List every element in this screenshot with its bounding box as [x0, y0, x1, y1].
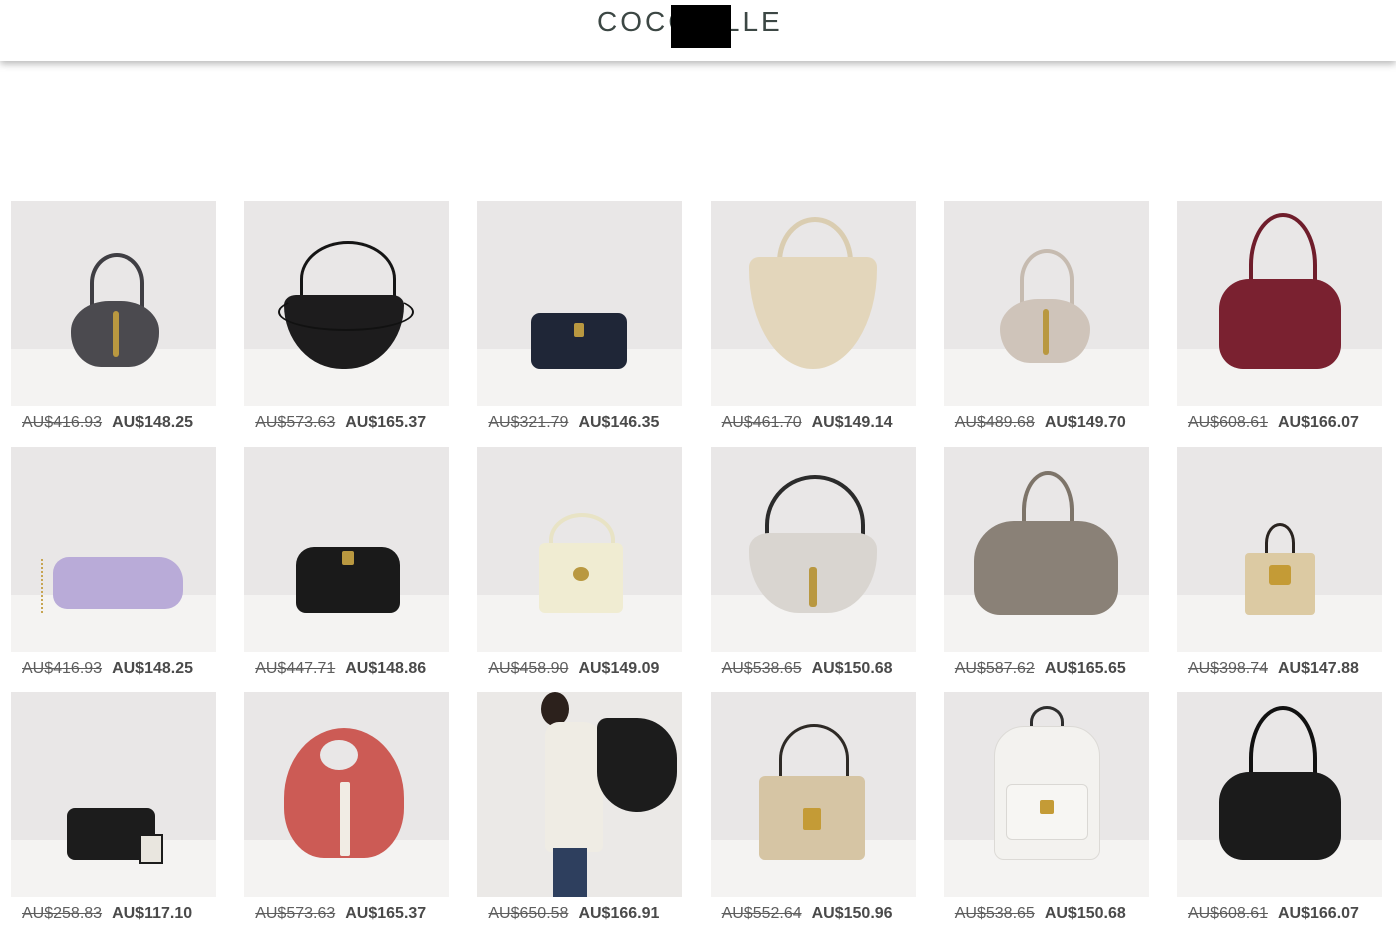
product-card[interactable]: AU$587.62 AU$165.65	[943, 446, 1149, 693]
product-card[interactable]: AU$573.63 AU$165.37	[244, 692, 450, 938]
bag-taupe-flap-icon	[999, 249, 1092, 369]
original-price: AU$587.62	[954, 659, 1035, 677]
sale-price: AU$149.14	[811, 414, 893, 431]
sale-price: AU$146.35	[578, 414, 660, 431]
original-price: AU$650.58	[488, 905, 569, 922]
sale-price: AU$148.25	[112, 414, 194, 431]
sale-price: AU$166.07	[1278, 414, 1359, 431]
product-card[interactable]: AU$416.93 AU$148.25	[11, 201, 216, 447]
bag-coral-round-icon	[284, 728, 408, 862]
product-image[interactable]	[477, 446, 683, 652]
original-price: AU$398.74	[1187, 659, 1268, 677]
sale-price: AU$148.86	[345, 659, 427, 677]
model-with-black-bag-icon	[527, 692, 678, 897]
sale-price: AU$117.10	[112, 905, 193, 922]
product-image[interactable]	[244, 201, 450, 406]
product-card[interactable]: AU$458.90 AU$149.09	[477, 446, 683, 693]
product-image[interactable]	[1176, 446, 1382, 652]
product-image[interactable]	[1176, 692, 1382, 897]
product-grid: AU$416.93 AU$148.25 AU$573.63 AU$165.37 AU…	[11, 201, 1382, 938]
bag-beige-crescent-icon	[748, 217, 879, 373]
site-header: COCC ELLE	[0, 0, 1396, 61]
product-card[interactable]: AU$608.61 AU$166.07	[1176, 692, 1382, 938]
product-image[interactable]	[943, 446, 1149, 652]
original-price: AU$458.90	[488, 659, 569, 677]
product-image[interactable]	[11, 446, 216, 652]
product-card[interactable]: AU$489.68 AU$149.70	[943, 201, 1149, 447]
bag-lilac-pleated-clutch-icon	[41, 549, 187, 619]
original-price: AU$461.70	[721, 414, 802, 431]
bag-black-hobo-icon	[278, 241, 418, 371]
product-card[interactable]: AU$552.64 AU$150.96	[710, 692, 916, 938]
sale-price: AU$149.70	[1044, 414, 1126, 431]
sale-price: AU$166.07	[1278, 905, 1359, 922]
bag-navy-camera-icon	[531, 313, 631, 373]
bag-grey-saddle-icon	[748, 474, 879, 617]
original-price: AU$538.65	[954, 905, 1035, 922]
sale-price: AU$147.88	[1278, 659, 1359, 677]
sale-price: AU$165.65	[1044, 659, 1126, 677]
product-image[interactable]	[1176, 201, 1382, 406]
bag-black-pouch-icon	[296, 546, 401, 617]
original-price: AU$258.83	[22, 905, 103, 922]
product-card[interactable]: AU$321.79 AU$146.35	[477, 201, 683, 447]
original-price: AU$416.93	[22, 659, 103, 677]
bag-sand-mini-icon	[1244, 522, 1319, 619]
original-price: AU$608.61	[1187, 414, 1268, 431]
original-price: AU$573.63	[255, 414, 336, 431]
original-price: AU$489.68	[954, 414, 1035, 431]
product-image[interactable]	[477, 201, 683, 406]
sale-price: AU$166.91	[578, 905, 660, 922]
product-card[interactable]: AU$538.65 AU$150.68	[710, 446, 916, 693]
product-card[interactable]: AU$573.63 AU$165.37	[244, 201, 450, 447]
product-image[interactable]	[11, 201, 216, 406]
bag-beige-satchel-icon	[758, 724, 869, 864]
product-card[interactable]: AU$416.93 AU$148.25	[11, 446, 216, 693]
product-image[interactable]	[11, 692, 216, 897]
product-card[interactable]: AU$258.83 AU$117.10	[11, 692, 216, 938]
product-card[interactable]: AU$447.71 AU$148.86	[244, 446, 450, 693]
sale-price: AU$165.37	[345, 905, 427, 922]
product-image[interactable]	[244, 446, 450, 652]
bag-cream-flap-icon	[537, 512, 627, 617]
sale-price: AU$165.37	[345, 414, 427, 431]
bag-charcoal-flap-icon	[71, 253, 161, 373]
sale-price: AU$150.96	[811, 905, 893, 922]
product-image[interactable]	[943, 201, 1149, 406]
product-card[interactable]: AU$461.70 AU$149.14	[710, 201, 916, 447]
original-price: AU$447.71	[255, 659, 336, 677]
product-card[interactable]: AU$538.65 AU$150.68	[943, 692, 1149, 938]
product-card[interactable]: AU$398.74 AU$147.88	[1176, 446, 1382, 693]
original-price: AU$608.61	[1187, 905, 1268, 922]
original-price: AU$538.65	[721, 659, 802, 677]
product-card[interactable]: AU$650.58 AU$166.91	[477, 692, 683, 938]
product-card[interactable]: AU$608.61 AU$166.07	[1176, 201, 1382, 447]
sale-price: AU$148.25	[112, 659, 194, 677]
sale-price: AU$149.09	[578, 659, 660, 677]
bag-white-backpack-icon	[993, 706, 1100, 862]
product-image[interactable]	[477, 692, 683, 897]
product-image[interactable]	[710, 201, 916, 406]
original-price: AU$321.79	[488, 414, 569, 431]
bag-black-camera-icon	[67, 808, 163, 864]
product-image[interactable]	[244, 692, 450, 897]
product-image[interactable]	[710, 446, 916, 652]
sale-price: AU$150.68	[811, 659, 893, 677]
original-price: AU$416.93	[22, 414, 103, 431]
logo-redaction-box	[671, 5, 731, 48]
bag-black-tote-icon	[1218, 706, 1343, 864]
bag-burgundy-tote-icon	[1218, 213, 1343, 373]
sale-price: AU$150.68	[1044, 905, 1126, 922]
original-price: AU$573.63	[255, 905, 336, 922]
product-image[interactable]	[943, 692, 1149, 897]
bag-taupe-tote-icon	[973, 470, 1120, 619]
product-image[interactable]	[710, 692, 916, 897]
original-price: AU$552.64	[721, 905, 802, 922]
